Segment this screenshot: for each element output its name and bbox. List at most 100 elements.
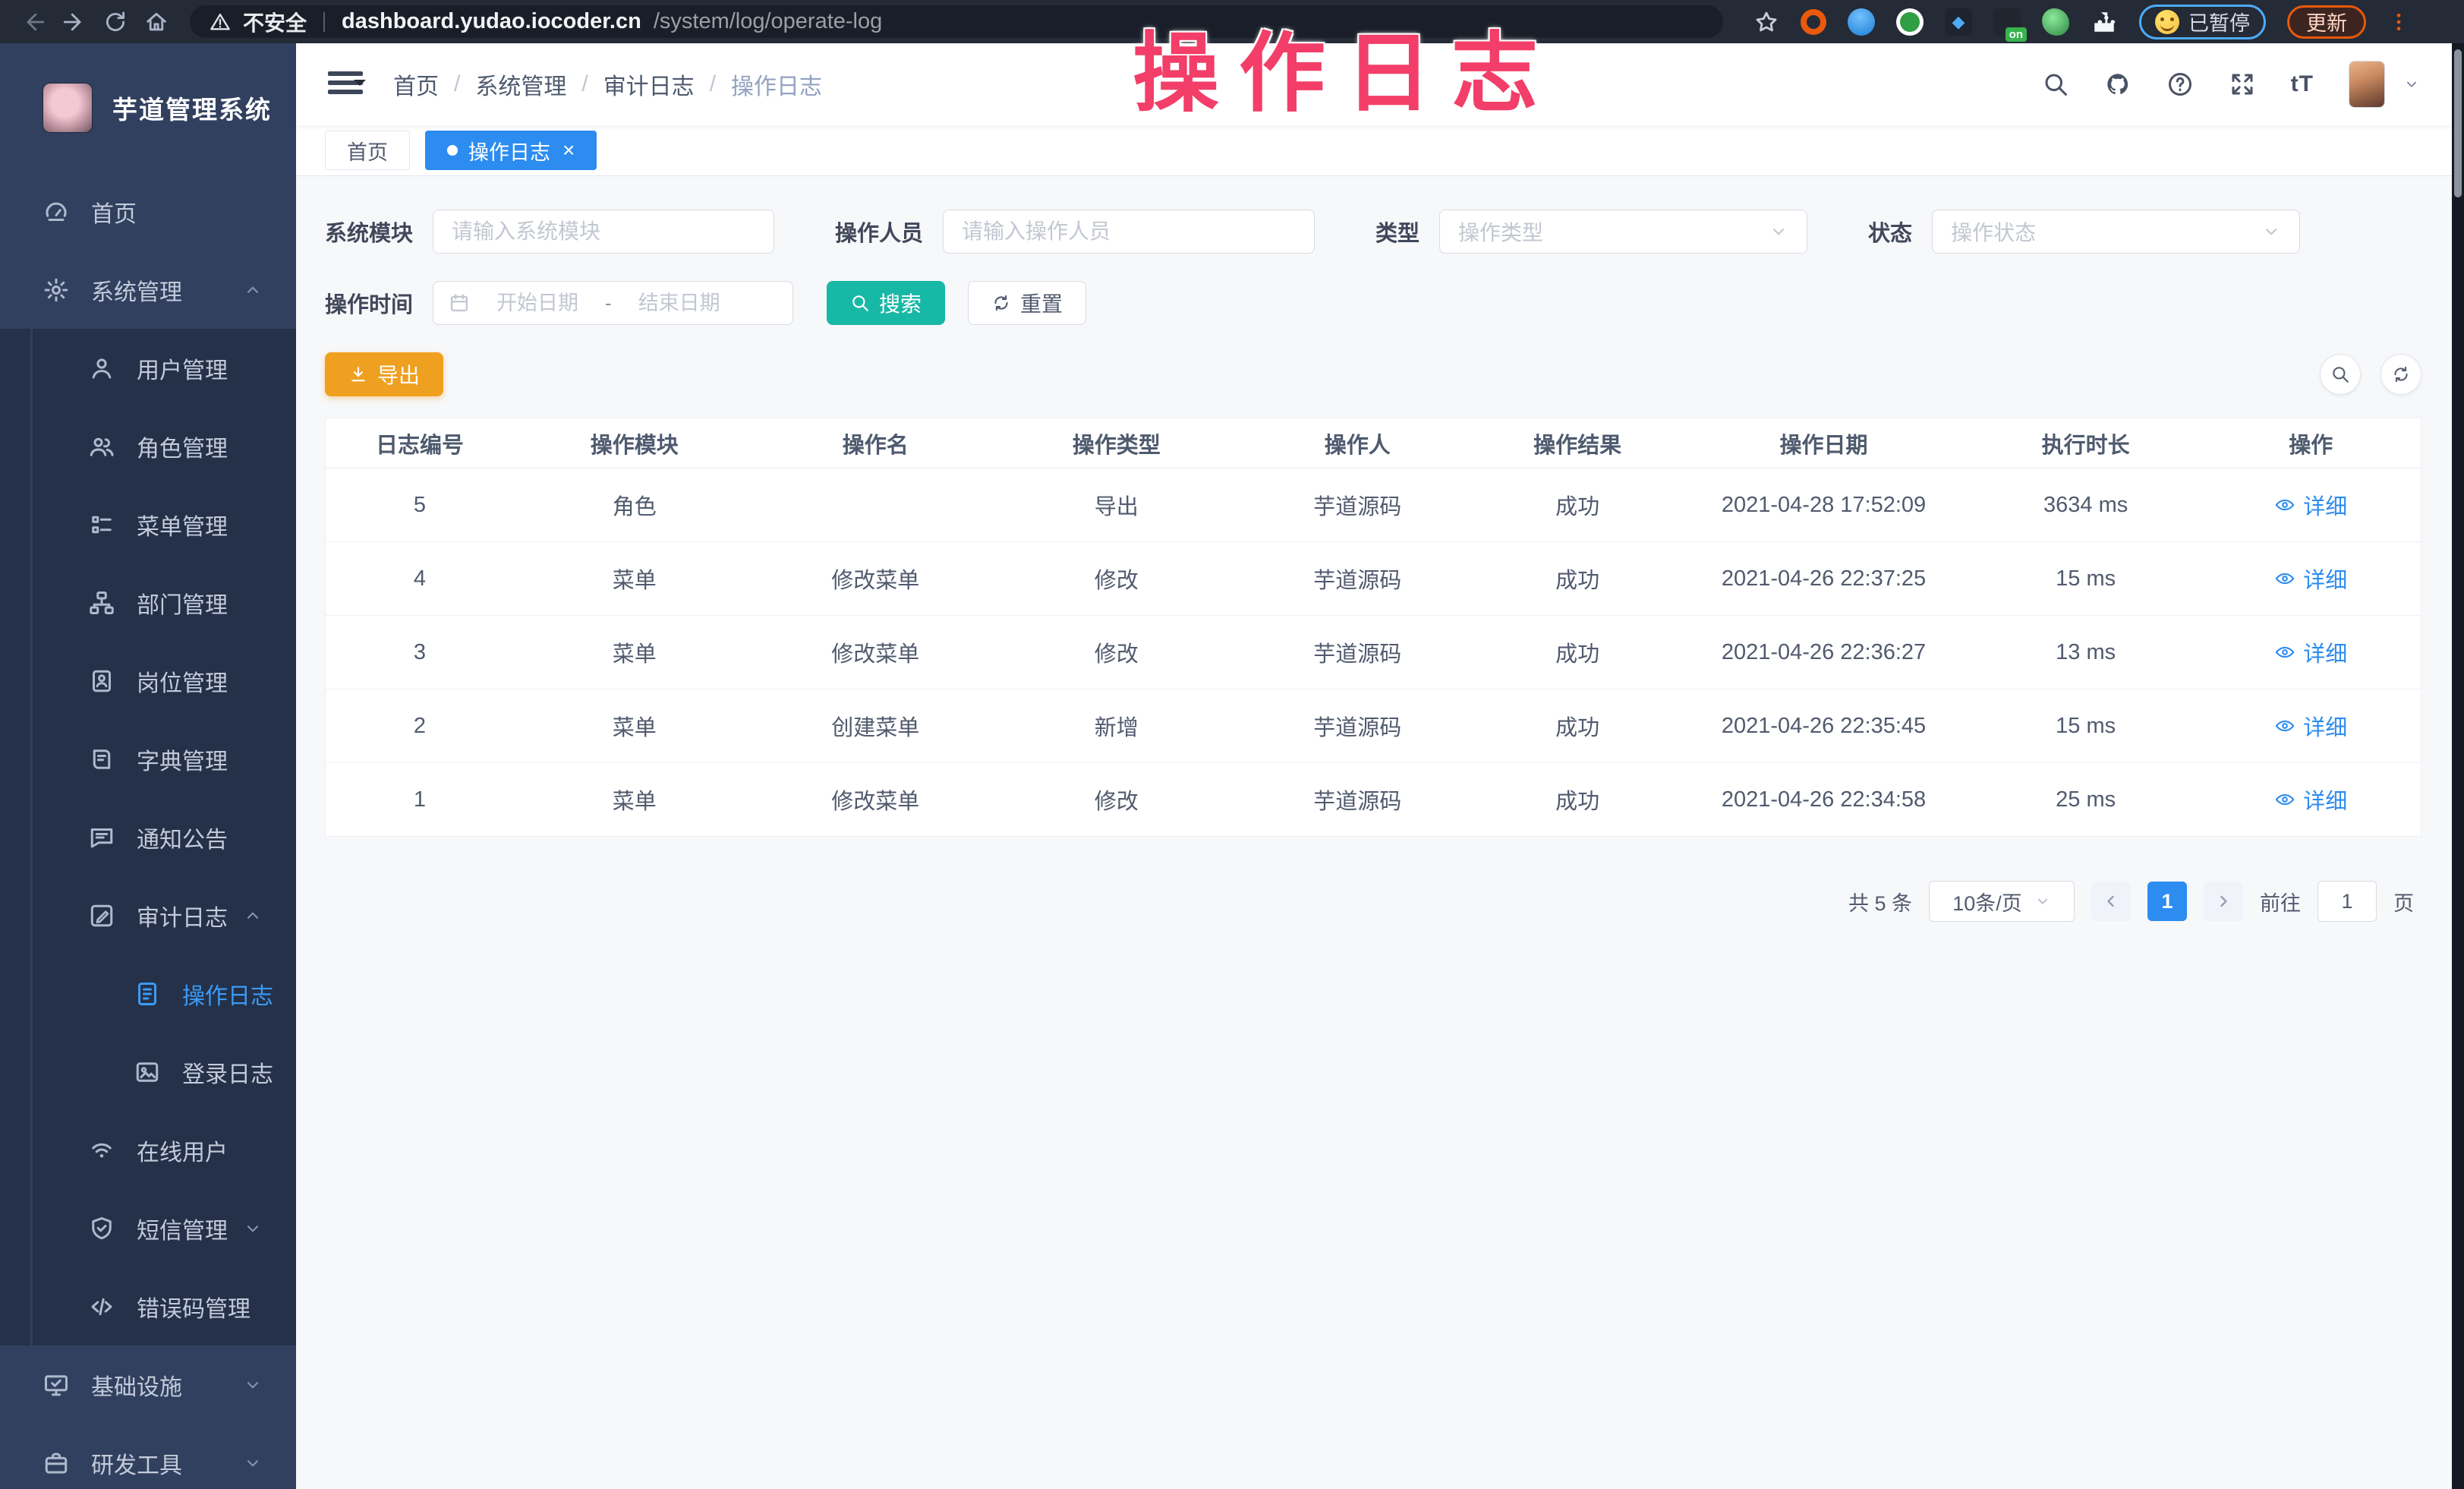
browser-reload-button[interactable]: [100, 7, 131, 37]
sidebar-item-system-mgmt[interactable]: 系统管理: [0, 251, 296, 329]
browser-back-button[interactable]: [18, 7, 49, 37]
prev-page-button[interactable]: [2091, 882, 2131, 921]
tab-首页[interactable]: 首页: [325, 131, 410, 170]
browser-forward-button[interactable]: [59, 7, 90, 37]
sidebar-item-online-user[interactable]: 在线用户: [0, 1111, 296, 1189]
detail-link[interactable]: 详细: [2274, 563, 2347, 595]
detail-link[interactable]: 详细: [2274, 489, 2347, 521]
sidebar-item-login-log[interactable]: 登录日志: [0, 1033, 296, 1111]
address-bar[interactable]: 不安全 dashboard.yudao.iocoder.cn/system/lo…: [190, 5, 1723, 38]
scrollbar-thumb[interactable]: [2454, 49, 2462, 197]
sidebar-logo-row[interactable]: 芋道管理系统: [0, 43, 296, 172]
refresh-table-icon[interactable]: [2381, 354, 2421, 395]
table-row[interactable]: 1菜单修改菜单修改芋道源码成功2021-04-26 22:34:5825 ms详…: [326, 763, 2421, 837]
cell-name: 修改菜单: [755, 542, 996, 616]
table-row[interactable]: 4菜单修改菜单修改芋道源码成功2021-04-26 22:37:2515 ms详…: [326, 542, 2421, 616]
cell-date: 2021-04-26 22:36:27: [1677, 616, 1971, 689]
type-select[interactable]: 操作类型: [1439, 210, 1807, 254]
main-panel: 首页 / 系统管理 / 审计日志 / 操作日志 tT 首页操作日志×: [296, 43, 2452, 1489]
table-row[interactable]: 2菜单创建菜单新增芋道源码成功2021-04-26 22:35:4515 ms详…: [326, 689, 2421, 763]
sidebar-menu: 首页系统管理用户管理角色管理菜单管理部门管理岗位管理字典管理通知公告审计日志操作…: [0, 172, 296, 1489]
reset-button[interactable]: 重置: [968, 281, 1086, 325]
window-scrollbar[interactable]: [2452, 43, 2464, 1489]
start-date-input[interactable]: [481, 284, 594, 322]
sidebar-item-sms-mgmt[interactable]: 短信管理: [0, 1189, 296, 1267]
detail-link-label: 详细: [2303, 636, 2347, 668]
table-body: 5角色导出芋道源码成功2021-04-28 17:52:093634 ms详细4…: [326, 468, 2421, 837]
breadcrumb-item[interactable]: 审计日志: [603, 68, 695, 101]
tab-操作日志[interactable]: 操作日志×: [425, 131, 597, 170]
close-icon[interactable]: ×: [562, 140, 575, 161]
sidebar-item-audit-log[interactable]: 审计日志: [0, 876, 296, 954]
table-row[interactable]: 5角色导出芋道源码成功2021-04-28 17:52:093634 ms详细: [326, 468, 2421, 542]
current-page-button[interactable]: 1: [2147, 882, 2187, 921]
extension-blue-diamond-icon[interactable]: ◆: [1945, 8, 1972, 36]
sidebar-item-menu-mgmt[interactable]: 菜单管理: [0, 485, 296, 563]
column-header: 操作: [2201, 418, 2421, 468]
user-avatar[interactable]: [2349, 61, 2385, 108]
help-icon[interactable]: [2166, 71, 2194, 98]
sidebar-item-home[interactable]: 首页: [0, 172, 296, 251]
bookmark-star-icon[interactable]: [1753, 9, 1779, 35]
sidebar-item-role-mgmt[interactable]: 角色管理: [0, 407, 296, 485]
sidebar-item-user-mgmt[interactable]: 用户管理: [0, 329, 296, 407]
show-search-icon[interactable]: [2320, 354, 2361, 395]
chevron-down-icon[interactable]: [2403, 76, 2420, 93]
sidebar-item-post-mgmt[interactable]: 岗位管理: [0, 642, 296, 720]
extension-blue-drop-icon[interactable]: [1848, 8, 1875, 36]
paused-badge[interactable]: 已暂停: [2139, 5, 2266, 39]
github-icon[interactable]: [2104, 71, 2132, 98]
breadcrumb-item[interactable]: 系统管理: [475, 68, 566, 101]
status-select[interactable]: 操作状态: [1932, 210, 2300, 254]
cell-operator: 芋道源码: [1237, 616, 1478, 689]
page-unit-label: 页: [2393, 887, 2414, 916]
module-input[interactable]: [433, 210, 774, 254]
end-date-input[interactable]: [622, 284, 736, 322]
cell-module: 角色: [514, 468, 755, 542]
browser-menu-icon[interactable]: [2387, 11, 2410, 33]
column-header: 操作人: [1237, 418, 1478, 468]
extension-orange-ring-icon[interactable]: [1801, 9, 1826, 35]
collapse-menu-icon[interactable]: [328, 71, 363, 98]
update-button[interactable]: 更新: [2287, 5, 2366, 39]
sidebar-item-label: 部门管理: [137, 586, 228, 620]
breadcrumb-item[interactable]: 首页: [393, 68, 439, 101]
operator-label: 操作人员: [835, 216, 923, 248]
export-button[interactable]: 导出: [325, 352, 443, 396]
extension-switch-icon[interactable]: on: [1993, 8, 2021, 36]
detail-link-label: 详细: [2303, 710, 2347, 742]
extension-puzzle-icon[interactable]: [2091, 8, 2118, 36]
cell-result: 成功: [1478, 468, 1677, 542]
breadcrumb-separator: /: [454, 71, 460, 97]
goto-page-input[interactable]: [2317, 881, 2377, 922]
next-page-button[interactable]: [2204, 882, 2243, 921]
cell-id: 4: [326, 542, 514, 616]
detail-link-label: 详细: [2303, 784, 2347, 815]
font-size-icon[interactable]: tT: [2291, 71, 2314, 97]
browser-home-button[interactable]: [141, 7, 172, 37]
table-row[interactable]: 3菜单修改菜单修改芋道源码成功2021-04-26 22:36:2713 ms详…: [326, 616, 2421, 689]
app-window: 芋道管理系统 首页系统管理用户管理角色管理菜单管理部门管理岗位管理字典管理通知公…: [0, 43, 2464, 1489]
pagination: 共 5 条 10条/页 1 前往 页: [325, 881, 2421, 922]
sidebar-item-infra[interactable]: 基础设施: [0, 1345, 296, 1424]
sidebar-item-dev-tools[interactable]: 研发工具: [0, 1424, 296, 1489]
sidebar-item-label: 系统管理: [91, 273, 182, 307]
detail-link[interactable]: 详细: [2274, 784, 2347, 815]
extension-green-leaf-icon[interactable]: [2042, 8, 2069, 36]
search-icon[interactable]: [2042, 71, 2069, 98]
detail-link[interactable]: 详细: [2274, 710, 2347, 742]
sidebar-item-dict-mgmt[interactable]: 字典管理: [0, 720, 296, 798]
browser-chrome: 不安全 dashboard.yudao.iocoder.cn/system/lo…: [0, 0, 2464, 43]
cell-result: 成功: [1478, 542, 1677, 616]
detail-link[interactable]: 详细: [2274, 636, 2347, 668]
fullscreen-icon[interactable]: [2229, 71, 2256, 98]
sidebar-item-notice[interactable]: 通知公告: [0, 798, 296, 876]
extension-green-circle-icon[interactable]: [1896, 8, 1924, 36]
sidebar-item-error-code[interactable]: 错误码管理: [0, 1267, 296, 1345]
sidebar-item-operate-log[interactable]: 操作日志: [0, 954, 296, 1033]
sidebar-item-dept-mgmt[interactable]: 部门管理: [0, 563, 296, 642]
page-size-select[interactable]: 10条/页: [1929, 881, 2075, 922]
operator-input[interactable]: [943, 210, 1315, 254]
search-button[interactable]: 搜索: [827, 281, 945, 325]
date-range-picker[interactable]: -: [433, 281, 793, 325]
